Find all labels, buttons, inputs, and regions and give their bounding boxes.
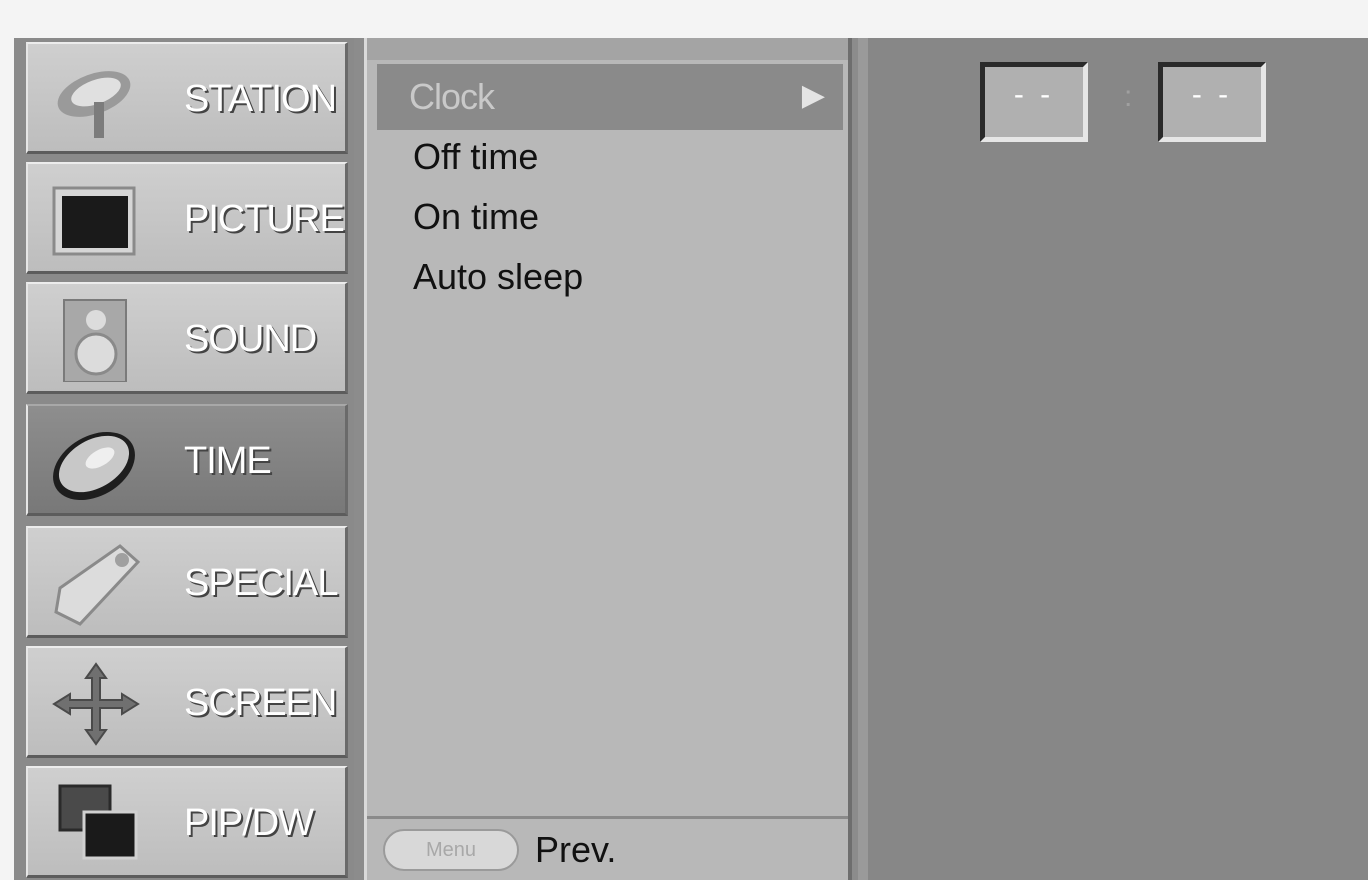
category-label: SOUND [184,318,317,360]
category-label: PICTURE [184,198,345,240]
pip-windows-icon [50,782,142,866]
category-label: STATION [184,78,337,120]
category-pip-dw[interactable]: PIP/DW [26,766,348,878]
category-label: TIME [184,440,272,482]
submenu-item-on-time[interactable]: On time [413,196,539,238]
category-screen[interactable]: SCREEN [26,646,348,758]
osd-menu: STATION PICTURE SOUND TIME SPECIAL SCREE… [14,38,1368,880]
clock-panel: - - : - - [858,38,1368,880]
hour-field[interactable]: - - [980,62,1088,142]
arrow-right-icon: ▶ [801,79,825,112]
submenu-item-auto-sleep[interactable]: Auto sleep [413,256,583,298]
satellite-dish-icon [50,58,142,142]
submenu-item-off-time[interactable]: Off time [413,136,538,178]
category-sound[interactable]: SOUND [26,282,348,394]
move-arrows-icon [50,662,142,746]
clock-disc-icon [50,420,142,504]
category-label: PIP/DW [184,802,314,844]
category-label: SPECIAL [184,562,339,604]
category-menu: STATION PICTURE SOUND TIME SPECIAL SCREE… [14,38,354,880]
category-special[interactable]: SPECIAL [26,526,348,638]
speaker-icon [50,298,142,383]
time-separator: : [1124,80,1133,113]
submenu-footer: Menu Prev. [367,816,848,880]
menu-key-button[interactable]: Menu [383,829,519,871]
category-time[interactable]: TIME [26,404,348,516]
prev-label: Prev. [535,829,617,870]
category-label: SCREEN [184,682,337,724]
category-picture[interactable]: PICTURE [26,162,348,274]
picture-screen-icon [50,178,142,262]
category-station[interactable]: STATION [26,42,348,154]
submenu-top-bar [367,38,848,60]
minute-field[interactable]: - - [1158,62,1266,142]
tag-icon [50,542,142,626]
time-submenu: Clock ▶ Off time On time Auto sleep Menu… [364,38,852,880]
submenu-item-label: Clock [409,76,495,117]
submenu-item-clock[interactable]: Clock ▶ [377,64,843,130]
